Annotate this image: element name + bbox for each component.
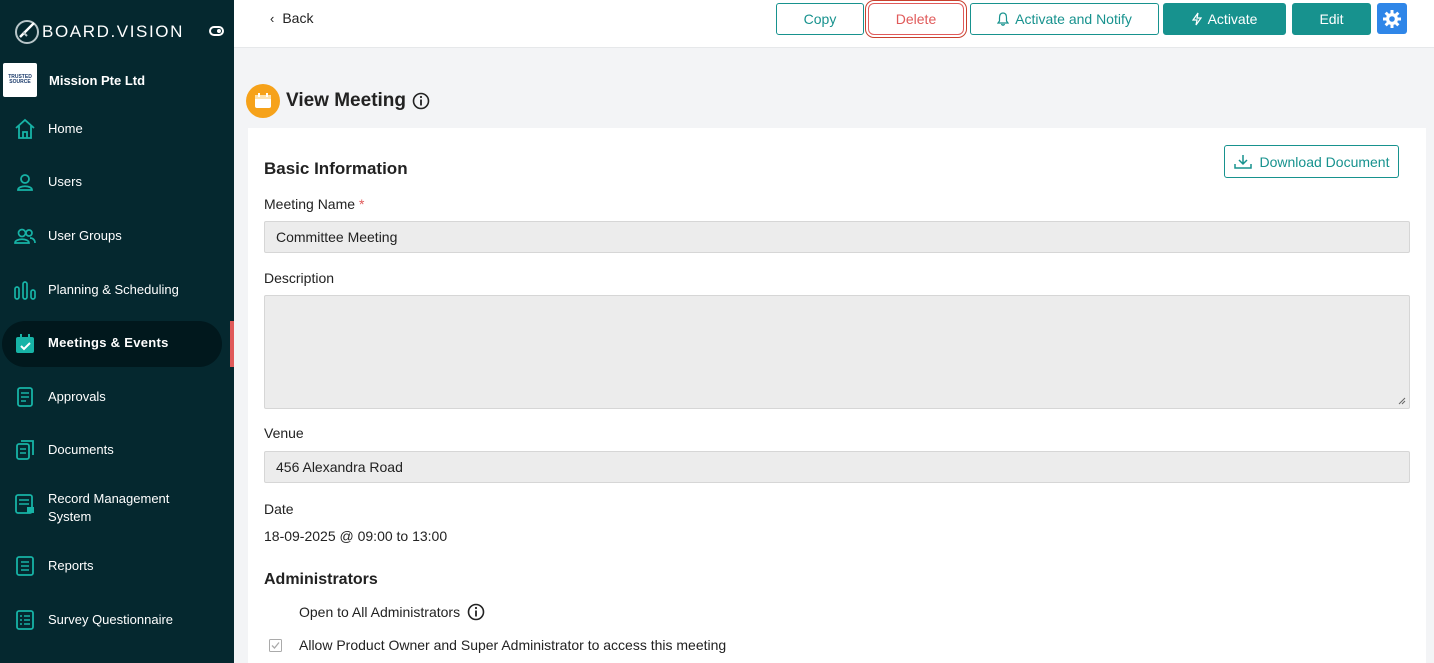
user-icon (17, 174, 33, 191)
org-logo: TRUSTED SOURCE (3, 63, 37, 97)
description-label: Description (264, 270, 335, 286)
info-icon[interactable] (412, 92, 430, 110)
sidebar-item-reports[interactable]: Reports (0, 544, 234, 588)
lightning-icon (1191, 12, 1202, 26)
sidebar-item-user-groups[interactable]: User Groups (0, 214, 234, 258)
gear-icon (1383, 9, 1401, 28)
bell-icon (997, 12, 1010, 26)
page-title: View Meeting (286, 90, 407, 111)
sidebar-item-label: Planning & Scheduling (48, 282, 179, 297)
sidebar-item-documents[interactable]: Documents (0, 428, 234, 472)
settings-button[interactable] (1377, 3, 1407, 34)
activate-button[interactable]: Activate (1163, 3, 1286, 35)
calendar-check-icon (16, 334, 34, 353)
home-icon (15, 118, 35, 139)
meeting-name-label: Meeting Name * (264, 196, 365, 212)
download-document-label: Download Document (1259, 153, 1390, 170)
brand[interactable]: BOARD.VISION (14, 18, 224, 46)
checkbox-checked-icon[interactable] (269, 638, 282, 652)
activate-and-notify-label: Activate and Notify (1015, 11, 1132, 27)
sidebar-item-label: Meetings & Events (48, 335, 169, 350)
allow-owner-access-label: Allow Product Owner and Super Administra… (299, 637, 727, 653)
user-group-icon (14, 228, 36, 244)
allow-owner-access-row: Allow Product Owner and Super Administra… (269, 637, 726, 653)
documents-icon (16, 440, 34, 460)
resize-handle-icon[interactable] (1398, 397, 1406, 405)
sidebar-item-label: Approvals (48, 389, 106, 404)
back-button[interactable]: ‹ Back (270, 10, 313, 26)
sidebar-item-approvals[interactable]: Approvals (0, 375, 234, 419)
top-toolbar: ‹ Back Copy Delete Activate and Notify A… (234, 0, 1434, 48)
sidebar-item-label: User Groups (48, 228, 122, 243)
sidebar-item-label: Survey Questionnaire (48, 612, 174, 627)
document-list-icon (17, 387, 33, 407)
sidebar-item-planning[interactable]: Planning & Scheduling (0, 268, 234, 312)
sidebar-item-label: Reports (48, 558, 94, 573)
chevron-left-icon: ‹ (270, 10, 275, 26)
sidebar-item-survey[interactable]: Survey Questionnaire (0, 598, 234, 642)
org-name: Mission Pte Ltd (49, 72, 146, 88)
sidebar-item-label: Documents (48, 442, 114, 457)
report-list-icon (16, 556, 34, 576)
sidebar-item-users[interactable]: Users (0, 160, 234, 204)
description-field[interactable] (264, 295, 1410, 409)
calendar-badge-icon (246, 84, 280, 118)
date-label: Date (264, 501, 294, 517)
venue-field[interactable]: 456 Alexandra Road (264, 451, 1410, 483)
sidebar-item-home[interactable]: Home (0, 107, 234, 151)
sidebar-item-meetings[interactable]: Meetings & Events (0, 321, 234, 367)
sidebar-toggle-icon[interactable] (209, 26, 224, 36)
back-label: Back (282, 10, 314, 26)
required-marker: * (359, 196, 365, 212)
record-icon (15, 494, 34, 514)
activate-and-notify-button[interactable]: Activate and Notify (970, 3, 1159, 35)
bar-chart-icon (14, 281, 36, 300)
copy-button[interactable]: Copy (776, 3, 864, 35)
active-indicator (230, 321, 234, 367)
administrators-title: Administrators (264, 571, 378, 588)
activate-label: Activate (1207, 11, 1258, 27)
sidebar-item-label: Users (48, 174, 82, 189)
page-header: View Meeting (246, 84, 430, 118)
brand-name: BOARD.VISION (42, 22, 185, 41)
venue-label: Venue (264, 425, 304, 441)
board-vision-logo-icon (15, 20, 39, 44)
meeting-details-card: Basic Information Download Document Meet… (248, 128, 1426, 663)
date-value: 18-09-2025 @ 09:00 to 13:00 (264, 528, 448, 544)
sidebar-item-record-management[interactable]: Record Management System (0, 485, 234, 531)
open-to-all-label: Open to All Administrators (299, 604, 461, 620)
sidebar-item-label: Record Management System (48, 491, 170, 524)
basic-information-title: Basic Information (264, 159, 408, 178)
download-document-button[interactable]: Download Document (1224, 145, 1399, 178)
download-icon (1233, 154, 1252, 169)
sidebar-item-label: Home (48, 121, 83, 136)
meeting-name-field[interactable]: Committee Meeting (264, 221, 1410, 253)
info-icon[interactable] (467, 603, 485, 621)
sidebar: BOARD.VISION TRUSTED SOURCE Mission Pte … (0, 0, 234, 663)
edit-button[interactable]: Edit (1292, 3, 1371, 35)
open-to-all-administrators: Open to All Administrators (299, 603, 485, 621)
survey-icon (16, 610, 34, 630)
delete-button[interactable]: Delete (868, 3, 964, 35)
organization[interactable]: TRUSTED SOURCE Mission Pte Ltd (3, 63, 145, 97)
